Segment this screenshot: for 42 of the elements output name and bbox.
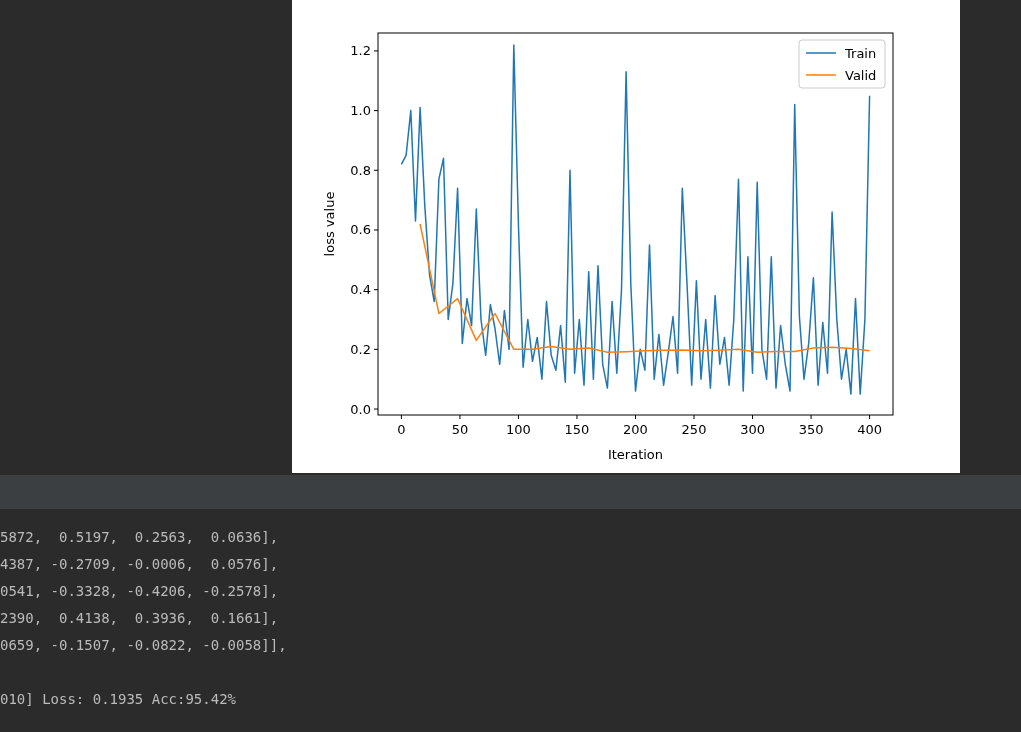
x-tick-label: 150 [564, 422, 590, 437]
x-tick-label: 400 [857, 422, 882, 437]
y-tick [373, 348, 379, 350]
x-tick [693, 414, 695, 420]
console-line: 4387, -0.2709, -0.0006, 0.0576], [0, 555, 280, 574]
x-tick-label: 200 [623, 422, 648, 437]
x-tick-label: 250 [681, 422, 707, 437]
y-tick-label: 0.6 [350, 222, 371, 238]
x-tick [752, 414, 754, 420]
x-tick-label: 350 [798, 422, 824, 437]
y-tick-label: 0.8 [350, 162, 371, 178]
y-tick-label: 0.2 [350, 341, 371, 357]
console-line: 2390, 0.4138, 0.3936, 0.1661], [0, 609, 280, 628]
x-tick-label: 300 [740, 422, 765, 437]
x-tick [576, 414, 578, 420]
x-tick [869, 414, 871, 420]
console-line: 0659, -0.1507, -0.0822, -0.0058]], [0, 636, 288, 655]
x-tick [517, 414, 519, 420]
x-tick-label: 0 [397, 422, 406, 437]
console-line: 0541, -0.3328, -0.4206, -0.2578], [0, 582, 280, 601]
x-tick-label: 100 [506, 422, 531, 437]
x-axis-label: Iteration [607, 447, 664, 462]
x-tick [810, 414, 812, 420]
x-tick [635, 414, 636, 420]
legend-label: Valid [845, 68, 877, 83]
x-tick [459, 414, 461, 420]
y-tick-label: 1.2 [350, 43, 371, 59]
y-tick [373, 229, 379, 231]
y-tick [373, 289, 379, 291]
y-tick-label: 0.4 [350, 282, 371, 298]
y-tick-label: 0.0 [350, 401, 371, 417]
y-tick [373, 408, 379, 410]
legend-label: Train [845, 46, 877, 61]
x-tick [400, 414, 402, 420]
y-tick [373, 50, 379, 52]
y-tick [373, 169, 379, 171]
y-tick [373, 110, 379, 112]
console-line: 010] Loss: 0.1935 Acc:95.42% [0, 690, 237, 709]
y-tick-label: 1.0 [350, 103, 371, 119]
console-line: 5872, 0.5197, 0.2563, 0.0636], [0, 528, 280, 547]
y-axis-label: loss value [322, 191, 337, 257]
x-tick-label: 50 [451, 422, 469, 437]
